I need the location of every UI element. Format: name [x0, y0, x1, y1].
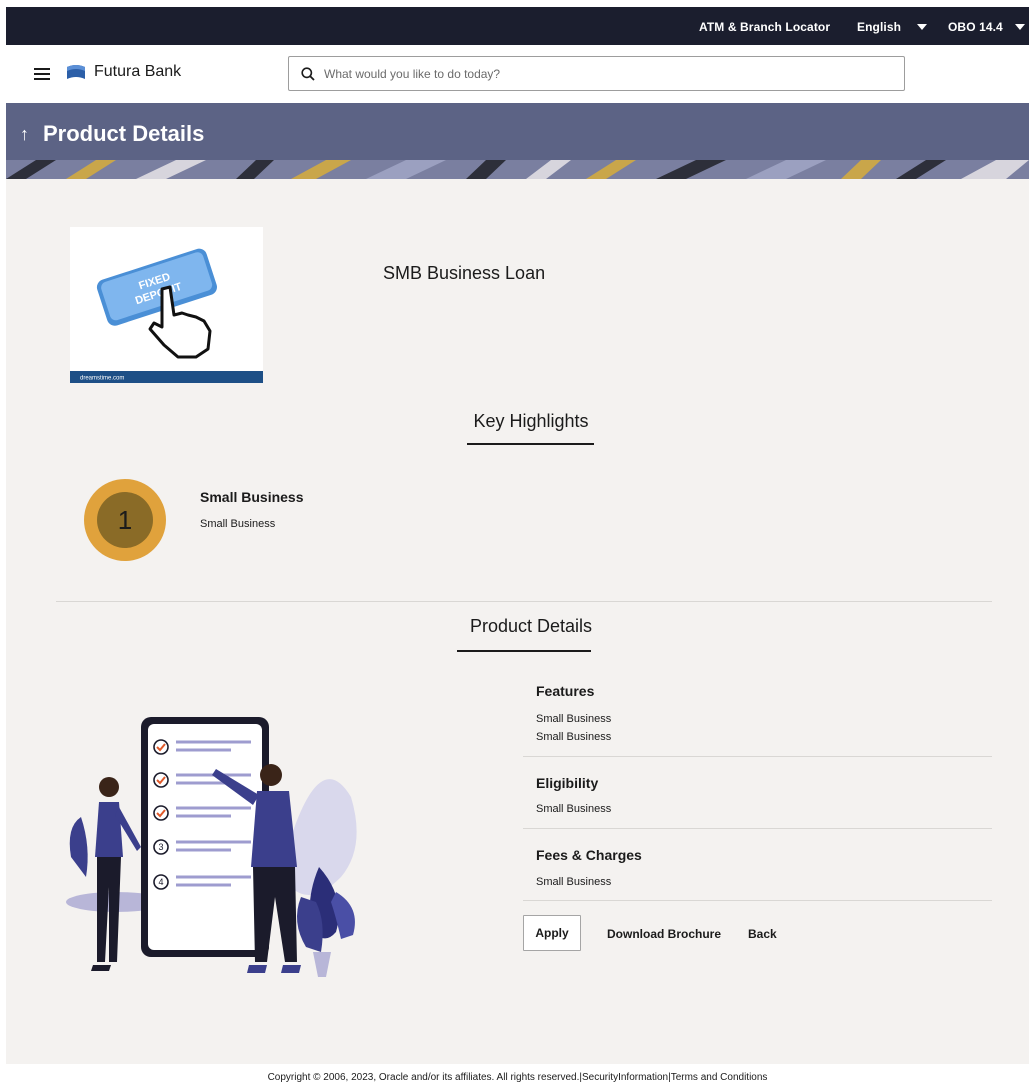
- language-selector[interactable]: English: [857, 20, 928, 34]
- page-title: ↑ Product Details: [20, 121, 204, 147]
- highlight-description: Small Business: [200, 518, 276, 530]
- product-image: FIXED DEPOSIT dreamstime.com: [70, 227, 263, 383]
- footer: Copyright © 2006, 2023, Oracle and/or it…: [6, 1064, 1029, 1091]
- details-divider: [523, 900, 992, 901]
- checklist-illustration: 3 4: [66, 717, 357, 977]
- user-menu[interactable]: OBO 14.4: [948, 20, 1025, 34]
- eligibility-text: Small Business: [536, 803, 612, 815]
- product-details-underline: [457, 650, 591, 652]
- highlight-number: 1: [97, 492, 153, 548]
- search-bar[interactable]: [288, 56, 905, 91]
- language-label: English: [857, 20, 902, 34]
- apply-button[interactable]: Apply: [523, 915, 581, 951]
- highlight-number-badge: 1: [84, 479, 166, 561]
- features-line-1: Small Business: [536, 713, 612, 725]
- bank-logo-icon: [67, 65, 85, 79]
- search-icon: [301, 66, 315, 81]
- highlight-title: Small Business: [200, 489, 304, 505]
- section-divider: [56, 601, 992, 602]
- image-watermark: dreamstime.com: [80, 376, 124, 382]
- header: Futura Bank: [6, 45, 1029, 103]
- page: ATM & Branch Locator English OBO 14.4 Fu…: [6, 7, 1029, 1091]
- back-button[interactable]: Back: [748, 927, 777, 941]
- brand[interactable]: Futura Bank: [66, 63, 181, 81]
- features-heading: Features: [536, 683, 595, 699]
- product-name: SMB Business Loan: [383, 263, 546, 283]
- user-label: OBO 14.4: [948, 20, 1003, 34]
- eligibility-heading: Eligibility: [536, 775, 599, 791]
- chevron-down-icon: [1014, 24, 1025, 30]
- brand-name: Futura Bank: [94, 63, 182, 80]
- features-line-2: Small Business: [536, 731, 612, 743]
- key-highlights-underline: [467, 443, 594, 445]
- fees-text: Small Business: [536, 876, 612, 888]
- atm-branch-locator-link[interactable]: ATM & Branch Locator: [699, 20, 830, 34]
- fees-heading: Fees & Charges: [536, 847, 642, 863]
- download-brochure-button[interactable]: Download Brochure: [607, 927, 721, 941]
- banner-pattern: [6, 160, 1029, 179]
- details-divider: [523, 756, 992, 757]
- atm-branch-locator-label: ATM & Branch Locator: [699, 20, 831, 34]
- svg-text:3: 3: [158, 842, 163, 852]
- footer-text: Copyright © 2006, 2023, Oracle and/or it…: [267, 1072, 768, 1083]
- key-highlights-title: Key Highlights: [473, 411, 589, 431]
- product-details-title: Product Details: [469, 616, 593, 636]
- chevron-down-icon: [917, 24, 928, 30]
- menu-icon[interactable]: [34, 68, 50, 80]
- search-input[interactable]: [324, 66, 884, 81]
- arrow-up-icon[interactable]: ↑: [20, 124, 29, 145]
- top-bar: ATM & Branch Locator English OBO 14.4: [6, 7, 1029, 45]
- svg-text:4: 4: [158, 877, 163, 887]
- page-title-text: Product Details: [43, 121, 205, 146]
- details-divider: [523, 828, 992, 829]
- page-banner: ↑ Product Details: [6, 103, 1029, 179]
